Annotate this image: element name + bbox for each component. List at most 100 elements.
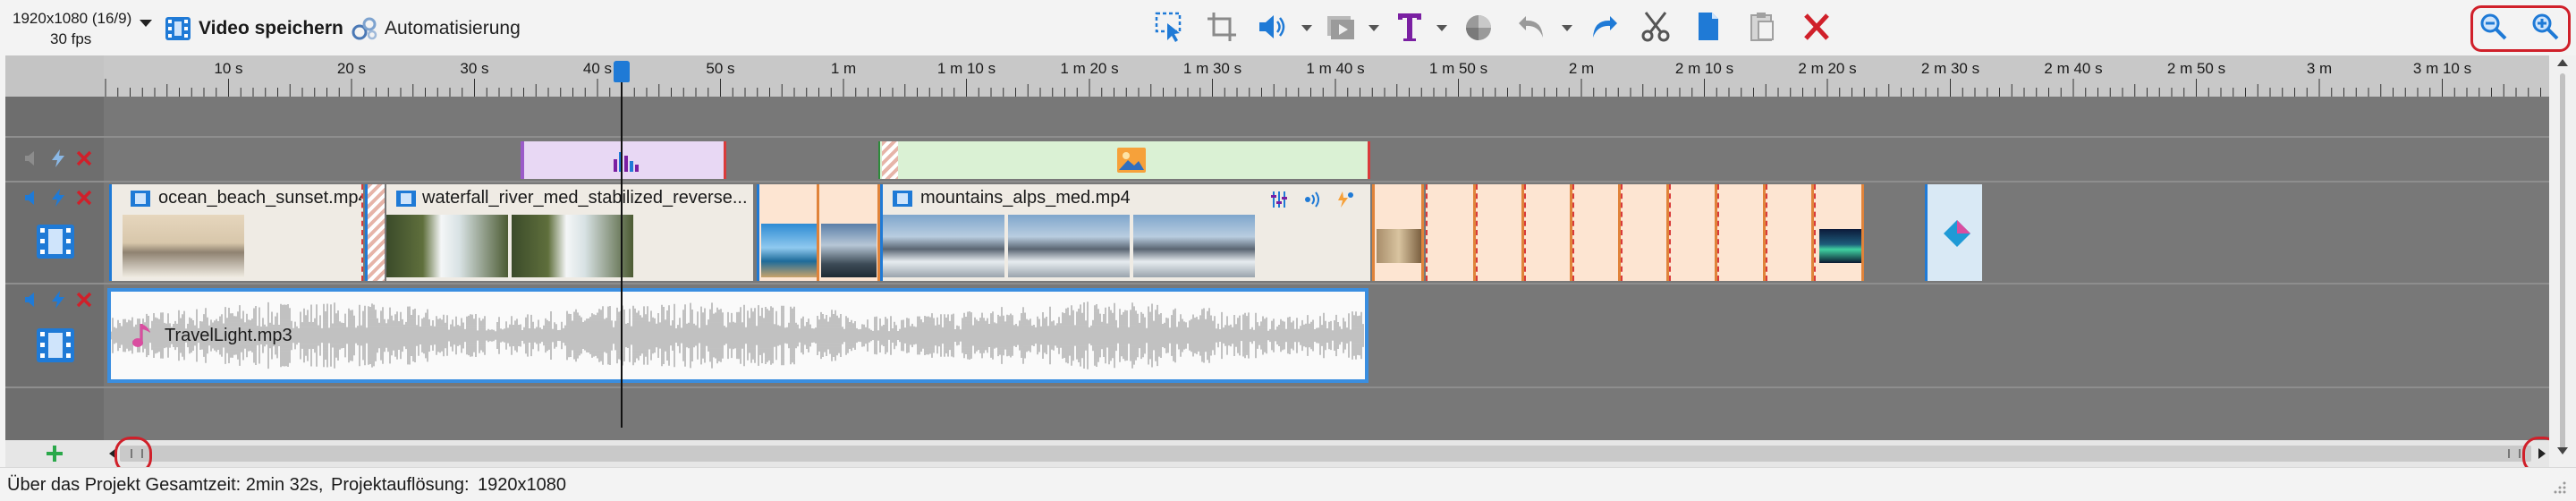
audio-track-header	[5, 284, 104, 386]
effects-track[interactable]	[104, 138, 2549, 181]
empty-track-header	[5, 388, 104, 440]
lightning-icon[interactable]	[50, 149, 66, 168]
ruler-label: 10 s	[214, 60, 243, 77]
lightning-icon[interactable]	[50, 188, 66, 208]
project-settings-dropdown-icon[interactable]	[140, 20, 152, 27]
clip-thumbnail	[1133, 215, 1255, 277]
image-clip[interactable]	[1426, 184, 1476, 281]
track-empty-header	[5, 97, 104, 136]
ruler-label: 40 s	[582, 60, 613, 77]
copy-icon[interactable]	[1694, 11, 1723, 43]
video-clip-beach[interactable]: ocean_beach_sunset.mp4	[109, 184, 363, 281]
resize-grip-icon[interactable]	[2551, 479, 2567, 495]
automation-label: Automatisierung	[385, 18, 521, 38]
save-video-button[interactable]: Video speichern	[165, 14, 343, 43]
ruler-label: 2 m 40 s	[2044, 60, 2103, 77]
speaker-icon[interactable]	[23, 291, 41, 309]
horizontal-scrollbar[interactable]	[104, 440, 2549, 467]
image-clip[interactable]	[1524, 184, 1572, 281]
vertical-scroll-thumb[interactable]	[2560, 73, 2565, 449]
media-dropdown-icon[interactable]	[1368, 25, 1379, 31]
video-clip-short[interactable]	[819, 184, 880, 281]
clip-thumbnail	[512, 215, 633, 277]
remove-track-icon[interactable]	[75, 189, 93, 207]
film-strip-icon	[37, 328, 74, 362]
scroll-up-icon[interactable]	[2557, 59, 2568, 66]
image-clip[interactable]	[1372, 184, 1424, 281]
automation-button[interactable]: Automatisierung	[351, 14, 521, 43]
sound-wave-icon[interactable]	[1303, 190, 1323, 209]
image-clip[interactable]	[1669, 184, 1717, 281]
project-fps[interactable]: 30 fps	[50, 30, 91, 49]
film-clip-icon	[131, 191, 150, 207]
playhead-handle[interactable]	[614, 61, 630, 82]
paste-icon[interactable]	[1748, 11, 1776, 43]
video-track[interactable]: ocean_beach_sunset.mp4 waterfall_river_m…	[104, 183, 2549, 283]
save-video-label: Video speichern	[199, 18, 343, 38]
clip-title: mountains_alps_med.mp4	[920, 188, 1131, 208]
ruler-label: 2 m 20 s	[1798, 60, 1857, 77]
speaker-icon[interactable]	[23, 189, 41, 207]
adjust-icon[interactable]	[1269, 190, 1289, 209]
ruler-label: 1 m 30 s	[1182, 60, 1242, 77]
audio-visualizer-clip[interactable]	[521, 141, 726, 179]
undo-icon[interactable]	[1517, 13, 1547, 41]
effects-icon[interactable]	[1335, 190, 1355, 209]
speaker-icon[interactable]	[23, 149, 41, 167]
text-icon[interactable]	[1395, 11, 1424, 43]
picture-icon	[1117, 148, 1146, 173]
status-bar: Über das Projekt Gesamtzeit: 2min 32s, P…	[0, 467, 2576, 501]
add-track-icon[interactable]	[45, 444, 64, 463]
project-resolution[interactable]: 1920x1080 (16/9)	[13, 9, 131, 29]
undo-dropdown-icon[interactable]	[1562, 25, 1572, 31]
clip-title: waterfall_river_med_stabilized_reverse..…	[422, 188, 748, 208]
audio-clip[interactable]: TravelLight.mp3	[107, 288, 1368, 383]
clip-thumbnail	[883, 215, 1004, 277]
vertical-scrollbar[interactable]	[2549, 55, 2576, 467]
image-clip[interactable]	[1621, 184, 1669, 281]
ruler-label: 1 m 50 s	[1428, 60, 1488, 77]
volume-dropdown-icon[interactable]	[1301, 25, 1312, 31]
clip-title: TravelLight.mp3	[165, 326, 292, 345]
crop-icon[interactable]	[1206, 11, 1238, 43]
video-clip-waterfall[interactable]: waterfall_river_med_stabilized_reverse..…	[386, 184, 753, 281]
image-overlay-clip[interactable]	[878, 141, 1370, 179]
image-clip[interactable]	[1717, 184, 1766, 281]
scroll-down-icon[interactable]	[2557, 447, 2568, 454]
image-clip[interactable]	[1476, 184, 1524, 281]
image-clip[interactable]	[1766, 184, 1814, 281]
track-empty[interactable]	[104, 97, 2549, 136]
audio-track[interactable]: TravelLight.mp3	[104, 284, 2549, 386]
zoom-in-icon[interactable]	[2531, 13, 2560, 41]
video-clip-short[interactable]	[757, 184, 819, 281]
timeline-ruler[interactable]: 10 s 20 s 30 s 40 s 50 s 1 m 1 m 10 s 1 m 20 s 1…	[104, 55, 2549, 97]
remove-track-icon[interactable]	[75, 291, 93, 309]
zoom-out-icon[interactable]	[2479, 13, 2508, 41]
crop-select-icon[interactable]	[1154, 11, 1184, 43]
video-clip-mountains[interactable]: mountains_alps_med.mp4	[880, 184, 1370, 281]
ruler-label: 20 s	[336, 60, 367, 77]
ruler-label: 2 m 30 s	[1920, 60, 1980, 77]
delete-icon[interactable]	[1801, 13, 1832, 41]
text-dropdown-icon[interactable]	[1436, 25, 1447, 31]
media-icon[interactable]	[1326, 13, 1356, 41]
volume-icon[interactable]	[1258, 13, 1288, 41]
image-clip[interactable]	[1814, 184, 1864, 281]
clip-thumbnail	[386, 215, 508, 277]
ruler-corner	[5, 55, 104, 97]
lightning-icon[interactable]	[50, 290, 66, 310]
film-strip-icon	[37, 225, 74, 259]
transition-marker[interactable]	[365, 184, 385, 281]
shape-clip[interactable]	[1925, 184, 1982, 281]
empty-track[interactable]	[104, 388, 2549, 440]
cut-icon[interactable]	[1640, 11, 1671, 43]
image-clip[interactable]	[1572, 184, 1621, 281]
remove-track-icon[interactable]	[75, 149, 93, 167]
clip-thumbnail	[1377, 229, 1421, 263]
color-icon[interactable]	[1463, 13, 1494, 43]
film-save-icon	[165, 17, 191, 40]
add-track-area	[5, 440, 104, 467]
scroll-thumb[interactable]	[120, 446, 2531, 462]
redo-icon[interactable]	[1589, 13, 1619, 41]
ruler-label: 3 m 10 s	[2412, 60, 2472, 77]
